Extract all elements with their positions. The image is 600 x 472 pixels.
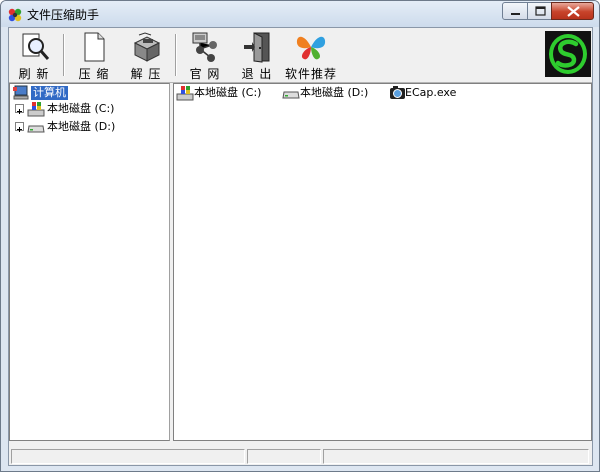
refresh-button[interactable]: 刷 新 — [11, 31, 57, 81]
title-bar[interactable]: 文件压缩助手 — [1, 1, 599, 27]
folder-tree[interactable]: 计算机 本地磁盘 (C:) 本地磁盘 (D:) — [9, 83, 170, 441]
archive-box-icon — [133, 32, 161, 62]
drive-icon — [27, 125, 45, 133]
close-button[interactable] — [551, 2, 594, 20]
expand-plus-icon[interactable] — [15, 104, 24, 114]
list-item[interactable]: 本地磁盘 (D:) — [282, 85, 384, 101]
app-window: 文件压缩助手 刷 新 压 缩 解 压 官 网 退 出 软件推荐 计算机 本地磁盘… — [0, 0, 600, 472]
minimize-button[interactable] — [502, 2, 528, 20]
list-item[interactable]: ECap.exe — [389, 85, 469, 101]
recommend-button[interactable]: 软件推荐 — [283, 31, 339, 81]
client-area: 刷 新 压 缩 解 压 官 网 退 出 软件推荐 计算机 本地磁盘 (C:) 本… — [8, 27, 593, 466]
tree-node-d-drive[interactable]: 本地磁盘 (D:) — [13, 119, 163, 135]
maximize-icon — [535, 6, 546, 16]
compress-label: 压 缩 — [78, 67, 110, 81]
tree-root-label: 计算机 — [31, 86, 68, 100]
file-list[interactable]: 本地磁盘 (C:) 本地磁盘 (D:) ECap.exe — [173, 83, 592, 441]
status-panel — [11, 449, 245, 464]
list-item-label: ECap.exe — [405, 86, 457, 99]
website-button[interactable]: 官 网 — [182, 31, 228, 81]
website-label: 官 网 — [189, 67, 221, 81]
green-s-logo-icon — [549, 34, 587, 74]
exit-door-icon — [244, 32, 270, 63]
exit-button[interactable]: 退 出 — [234, 31, 280, 81]
expand-plus-icon[interactable] — [15, 122, 24, 132]
drive-icon — [282, 91, 300, 99]
compress-button[interactable]: 压 缩 — [71, 31, 117, 81]
list-item[interactable]: 本地磁盘 (C:) — [176, 85, 276, 101]
exit-label: 退 出 — [241, 67, 273, 81]
windows-drive-icon — [176, 86, 194, 101]
refresh-magnifier-icon — [22, 33, 50, 60]
toolbar: 刷 新 压 缩 解 压 官 网 退 出 软件推荐 — [9, 28, 592, 83]
document-icon — [84, 32, 105, 62]
tree-node-label: 本地磁盘 (C:) — [47, 102, 115, 115]
list-item-label: 本地磁盘 (C:) — [194, 86, 262, 99]
tree-node-label: 本地磁盘 (D:) — [47, 120, 116, 133]
decompress-label: 解 压 — [130, 67, 162, 81]
decompress-button[interactable]: 解 压 — [123, 31, 169, 81]
windows-drive-icon — [27, 102, 45, 117]
app-icon — [8, 8, 22, 22]
maximize-button[interactable] — [527, 2, 552, 20]
network-nodes-icon — [192, 32, 217, 62]
toolbar-separator — [175, 34, 177, 76]
brand-logo — [545, 31, 591, 77]
minimize-icon — [511, 13, 520, 15]
refresh-label: 刷 新 — [18, 67, 50, 81]
close-icon — [567, 6, 580, 17]
tree-node-c-drive[interactable]: 本地磁盘 (C:) — [13, 101, 163, 117]
recommend-label: 软件推荐 — [284, 67, 337, 81]
status-panel — [247, 449, 321, 464]
tree-root[interactable]: 计算机 — [12, 85, 162, 101]
butterfly-icon — [296, 36, 326, 60]
toolbar-separator — [63, 34, 65, 76]
computer-icon — [13, 85, 29, 100]
status-bar — [9, 448, 592, 465]
list-item-label: 本地磁盘 (D:) — [300, 86, 369, 99]
status-panel — [323, 449, 589, 464]
window-title: 文件压缩助手 — [27, 8, 100, 22]
